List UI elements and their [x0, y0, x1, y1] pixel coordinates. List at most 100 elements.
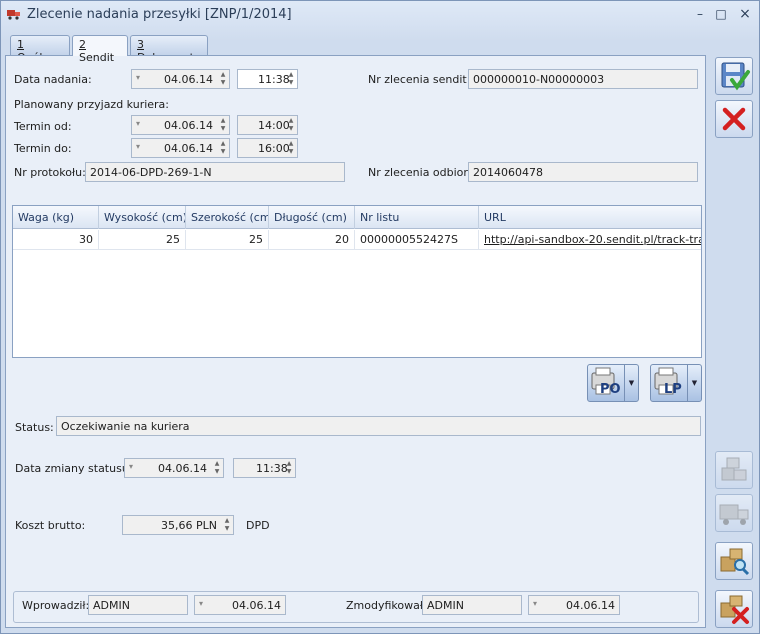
tab-sendit[interactable]: 2 Sendit — [72, 35, 128, 64]
data-nadania-date-field[interactable]: ▾ 04.06.14 ▲ ▼ — [131, 69, 230, 89]
chevron-down-icon[interactable]: ▼ — [687, 365, 701, 401]
close-button[interactable]: × — [736, 6, 754, 22]
nr-zlecenia-odbioru-label: Nr zlecenia odbioru: — [368, 166, 479, 179]
wprowadzil-label: Wprowadził: — [22, 599, 90, 612]
cell-szerokosc: 25 — [186, 230, 269, 250]
spinner-icon[interactable]: ▲ ▼ — [219, 140, 227, 156]
minimize-button[interactable]: – — [691, 6, 709, 22]
koszt-brutto-field[interactable]: 35,66 PLN ▲ ▼ — [122, 515, 234, 535]
tab-ogolne-num: 1 — [17, 38, 24, 51]
chevron-down-icon: ▾ — [533, 599, 538, 608]
nr-zlecenia-odbioru-field[interactable]: 2014060478 — [468, 162, 698, 182]
tab-dokumenty[interactable]: 3 Dokumenty — [130, 35, 208, 64]
data-zmiany-time-value: 11:38 — [256, 462, 288, 475]
koszt-brutto-value: 35,66 PLN — [161, 519, 217, 532]
planowany-label: Planowany przyjazd kuriera: — [14, 98, 170, 111]
spinner-icon[interactable]: ▲ ▼ — [219, 117, 227, 133]
col-nr-listu[interactable]: Nr listu — [355, 206, 479, 229]
status-label: Status: — [15, 421, 54, 434]
termin-od-label: Termin od: — [14, 120, 72, 133]
spinner-icon[interactable]: ▲ ▼ — [285, 460, 293, 476]
spinner-icon[interactable]: ▲ ▼ — [287, 140, 295, 156]
chevron-down-icon[interactable]: ▼ — [624, 365, 638, 401]
wprowadzil-date-value: 04.06.14 — [232, 599, 281, 612]
spinner-icon[interactable]: ▲ ▼ — [223, 517, 231, 533]
cancel-x-icon — [722, 107, 746, 131]
maximize-button[interactable]: □ — [712, 6, 730, 22]
lp-label: LP — [664, 382, 682, 397]
tab-ogolne[interactable]: 1 Ogólne — [10, 35, 70, 64]
termin-od-date-value: 04.06.14 — [164, 119, 213, 132]
data-nadania-date-value: 04.06.14 — [164, 73, 213, 86]
box-search-icon — [720, 548, 750, 576]
dialog-window: Zlecenie nadania przesyłki [ZNP/1/2014] … — [0, 0, 760, 634]
termin-do-time-field[interactable]: 16:00 ▲ ▼ — [237, 138, 298, 158]
cancel-button[interactable] — [715, 100, 753, 138]
cell-url-link[interactable]: http://api-sandbox-20.sendit.pl/track-tr… — [479, 230, 701, 250]
wprowadzil-date-field[interactable]: ▾ 04.06.14 — [194, 595, 286, 615]
data-nadania-time-value: 11:38 — [258, 73, 290, 86]
zmodyfikowal-label: Zmodyfikował: — [346, 599, 427, 612]
data-zmiany-date-field[interactable]: ▾ 04.06.14 ▲ ▼ — [124, 458, 224, 478]
data-nadania-label: Data nadania: — [14, 73, 92, 86]
koszt-brutto-label: Koszt brutto: — [15, 519, 86, 532]
window-title: Zlecenie nadania przesyłki [ZNP/1/2014] — [27, 7, 292, 22]
carrier-label: DPD — [246, 519, 270, 532]
lp-print-button[interactable]: LP ▼ — [650, 364, 702, 402]
nr-zlecenia-sendit-field[interactable]: 000000010-N00000003 — [468, 69, 698, 89]
chevron-down-icon: ▾ — [129, 462, 134, 471]
nr-protokolu-label: Nr protokołu: — [14, 166, 86, 179]
cell-nr-listu: 0000000552427S — [355, 230, 479, 250]
nr-zlecenia-sendit-label: Nr zlecenia sendit: — [368, 73, 471, 86]
spinner-icon[interactable]: ▲ ▼ — [213, 460, 221, 476]
box-search-button[interactable] — [715, 542, 753, 580]
chevron-down-icon: ▾ — [136, 142, 141, 151]
chevron-down-icon: ▾ — [136, 73, 141, 82]
truck-icon — [719, 504, 749, 525]
box-delete-button[interactable] — [715, 590, 753, 628]
data-nadania-time-field[interactable]: 11:38 ▲ ▼ — [237, 69, 298, 89]
cell-waga: 30 — [13, 230, 99, 250]
termin-do-label: Termin do: — [14, 142, 72, 155]
zmodyfikowal-date-field[interactable]: ▾ 04.06.14 — [528, 595, 620, 615]
col-url[interactable]: URL — [479, 206, 701, 229]
zmodyfikowal-date-value: 04.06.14 — [566, 599, 615, 612]
zmodyfikowal-user-field[interactable]: ADMIN — [422, 595, 522, 615]
chevron-down-icon: ▾ — [199, 599, 204, 608]
tab-sendit-label: Sendit — [79, 51, 115, 64]
chevron-down-icon: ▾ — [136, 119, 141, 128]
nr-protokolu-field[interactable]: 2014-06-DPD-269-1-N — [85, 162, 345, 182]
packages-table[interactable]: Waga (kg) Wysokość (cm) Szerokość (cm) D… — [12, 205, 702, 358]
tab-sendit-num: 2 — [79, 38, 86, 51]
box-delete-icon — [720, 595, 749, 624]
spinner-icon[interactable]: ▲ ▼ — [219, 71, 227, 87]
packages-button[interactable] — [715, 451, 753, 489]
tab-dokumenty-num: 3 — [137, 38, 144, 51]
col-szerokosc[interactable]: Szerokość (cm) — [186, 206, 269, 229]
title-bar: Zlecenie nadania przesyłki [ZNP/1/2014] … — [1, 1, 759, 29]
termin-do-date-field[interactable]: ▾ 04.06.14 ▲ ▼ — [131, 138, 230, 158]
packages-icon — [721, 457, 747, 481]
termin-od-time-field[interactable]: 14:00 ▲ ▼ — [237, 115, 298, 135]
termin-do-time-value: 16:00 — [258, 142, 290, 155]
cell-dlugosc: 20 — [269, 230, 355, 250]
data-zmiany-label: Data zmiany statusu: — [15, 462, 133, 475]
table-header: Waga (kg) Wysokość (cm) Szerokość (cm) D… — [13, 206, 701, 229]
termin-od-date-field[interactable]: ▾ 04.06.14 ▲ ▼ — [131, 115, 230, 135]
save-button[interactable] — [715, 57, 753, 95]
col-waga[interactable]: Waga (kg) — [13, 206, 99, 229]
termin-od-time-value: 14:00 — [258, 119, 290, 132]
truck-button[interactable] — [715, 494, 753, 532]
termin-do-date-value: 04.06.14 — [164, 142, 213, 155]
po-label: PO — [600, 382, 621, 397]
col-wysokosc[interactable]: Wysokość (cm) — [99, 206, 186, 229]
truck-app-icon — [7, 10, 20, 20]
po-print-button[interactable]: PO ▼ — [587, 364, 639, 402]
data-zmiany-time-field[interactable]: 11:38 ▲ ▼ — [233, 458, 296, 478]
data-zmiany-date-value: 04.06.14 — [158, 462, 207, 475]
wprowadzil-user-field[interactable]: ADMIN — [88, 595, 188, 615]
status-field[interactable]: Oczekiwanie na kuriera — [56, 416, 701, 436]
spinner-icon[interactable]: ▲ ▼ — [287, 71, 295, 87]
col-dlugosc[interactable]: Długość (cm) — [269, 206, 355, 229]
spinner-icon[interactable]: ▲ ▼ — [287, 117, 295, 133]
